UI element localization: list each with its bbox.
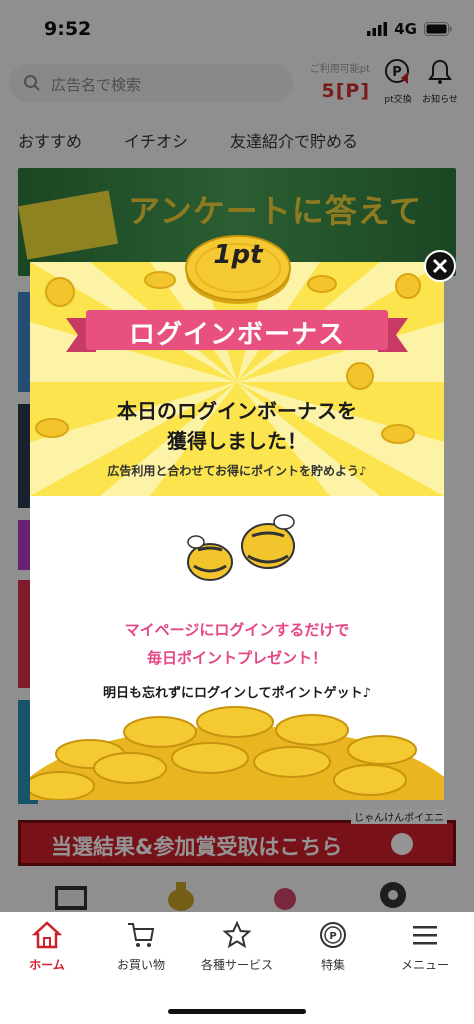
one-point-coin-text: 1pt <box>213 240 263 270</box>
nav-home-label: ホーム <box>29 958 65 972</box>
app-screen: 9:52 4G 広告名で検索 ご利用可能pt 5[P] P pt交換 お知らせ … <box>0 0 474 1024</box>
cart-icon <box>128 923 155 947</box>
nav-special[interactable]: P 特集 <box>288 920 378 973</box>
home-icon <box>31 921 63 949</box>
modal-close-button[interactable] <box>424 250 456 282</box>
nav-menu-label: メニュー <box>400 958 449 972</box>
bee-icons <box>187 514 295 581</box>
promo-text-pink: マイページにログインするだけで 毎日ポイントプレゼント！ <box>30 616 444 672</box>
nav-shopping[interactable]: お買い物 <box>96 920 186 973</box>
promo-line2: 毎日ポイントプレゼント！ <box>146 649 327 667</box>
ribbon-text: ログインボーナス <box>128 320 345 350</box>
home-indicator <box>168 1009 306 1014</box>
nav-shopping-label: お買い物 <box>116 958 165 972</box>
nav-home[interactable]: ホーム <box>2 920 92 973</box>
nav-services-label: 各種サービス <box>200 958 273 972</box>
star-icon <box>222 920 252 949</box>
modal-title-line2: 獲得しました！ <box>167 429 307 453</box>
point-coin-icon: P <box>320 922 346 948</box>
nav-special-label: 特集 <box>320 958 345 972</box>
promo-line1: マイページにログインするだけで <box>124 621 350 639</box>
modal-title-line1: 本日のログインボーナスを <box>117 399 357 423</box>
bottom-navigation: ホーム お買い物 各種サービス P 特集 メニュー <box>0 912 474 1024</box>
svg-text:P: P <box>329 931 336 942</box>
login-bonus-modal: ログインボーナス 本日のログインボーナスを 獲得しました！ 広告利用と合わせてお… <box>30 235 444 800</box>
nav-menu[interactable]: メニュー <box>380 920 470 973</box>
coin-pile-decoration <box>30 706 444 800</box>
modal-title: 本日のログインボーナスを 獲得しました！ <box>30 396 444 456</box>
nav-services[interactable]: 各種サービス <box>192 920 282 973</box>
promo-text-reminder: 明日も忘れずにログインしてポイントゲット♪ <box>103 686 371 701</box>
hamburger-icon <box>413 926 437 945</box>
close-icon <box>432 258 448 274</box>
modal-body-area: マイページにログインするだけで 毎日ポイントプレゼント！ 明日も忘れずにログイン… <box>30 496 444 800</box>
modal-subtitle: 広告利用と合わせてお得にポイントを貯めよう♪ <box>107 464 367 478</box>
